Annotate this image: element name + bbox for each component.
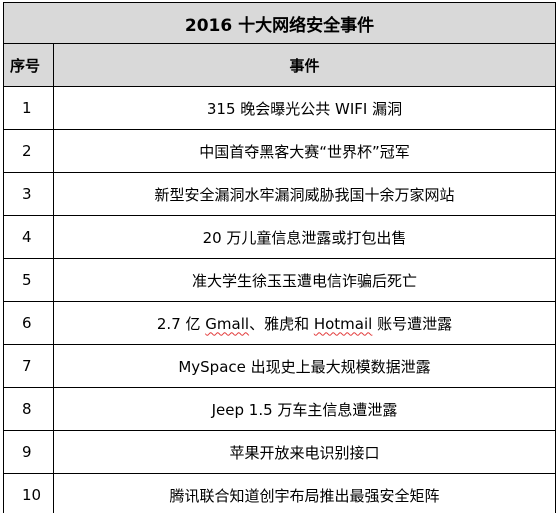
table-title: 2016 十大网络安全事件 (2, 2, 557, 44)
row-seq: 5 (3, 258, 54, 302)
row-event: 中国首夺黑客大赛“世界杯”冠军 (52, 129, 557, 173)
event-text-misspelled: Hotmail (313, 314, 373, 333)
table-row: 7 MySpace 出现史上最大规模数据泄露 (3, 344, 557, 388)
table-header-row: 序号 事件 (3, 43, 557, 87)
header-seq: 序号 (3, 43, 54, 87)
row-event: 新型安全漏洞水牢漏洞威胁我国十余万家网站 (52, 172, 557, 216)
row-seq: 9 (3, 430, 54, 474)
table-row: 3 新型安全漏洞水牢漏洞威胁我国十余万家网站 (3, 172, 557, 216)
row-event: 苹果开放来电识别接口 (52, 430, 557, 474)
row-seq: 1 (3, 86, 54, 130)
table-row: 2 中国首夺黑客大赛“世界杯”冠军 (3, 129, 557, 173)
security-events-table: 2016 十大网络安全事件 序号 事件 1 315 晚会曝光公共 WIFI 漏洞… (2, 2, 557, 513)
table-row: 4 20 万儿童信息泄露或打包出售 (3, 215, 557, 259)
row-event: MySpace 出现史上最大规模数据泄露 (52, 344, 557, 388)
event-text-part: 2.7 亿 (156, 314, 206, 333)
row-event: 315 晚会曝光公共 WIFI 漏洞 (52, 86, 557, 130)
row-event: 20 万儿童信息泄露或打包出售 (52, 215, 557, 259)
table-row: 8 Jeep 1.5 万车主信息遭泄露 (3, 387, 557, 431)
row-seq: 4 (3, 215, 54, 259)
event-text-misspelled: Gmall (205, 314, 250, 333)
row-event: Jeep 1.5 万车主信息遭泄露 (52, 387, 557, 431)
event-text-part: 账号遭泄露 (372, 314, 453, 333)
document-page: 2016 十大网络安全事件 序号 事件 1 315 晚会曝光公共 WIFI 漏洞… (0, 0, 558, 513)
row-seq: 8 (3, 387, 54, 431)
row-seq: 10 (3, 473, 54, 513)
table-title-row: 2016 十大网络安全事件 (2, 2, 557, 44)
row-event: 2.7 亿 Gmall、雅虎和 Hotmail 账号遭泄露 (52, 301, 557, 345)
row-seq: 2 (3, 129, 54, 173)
row-seq: 7 (3, 344, 54, 388)
row-event: 腾讯联合知道创宇布局推出最强安全矩阵 (52, 473, 557, 513)
table-row: 5 准大学生徐玉玉遭电信诈骗后死亡 (3, 258, 557, 302)
row-event: 准大学生徐玉玉遭电信诈骗后死亡 (52, 258, 557, 302)
row-seq: 3 (3, 172, 54, 216)
table-row: 6 2.7 亿 Gmall、雅虎和 Hotmail 账号遭泄露 (3, 301, 557, 345)
header-event: 事件 (52, 43, 557, 87)
table-row: 10 腾讯联合知道创宇布局推出最强安全矩阵 (3, 473, 557, 513)
row-seq: 6 (3, 301, 54, 345)
event-text-part: 、雅虎和 (249, 314, 314, 333)
table-row: 9 苹果开放来电识别接口 (3, 430, 557, 474)
table-row: 1 315 晚会曝光公共 WIFI 漏洞 (3, 86, 557, 130)
